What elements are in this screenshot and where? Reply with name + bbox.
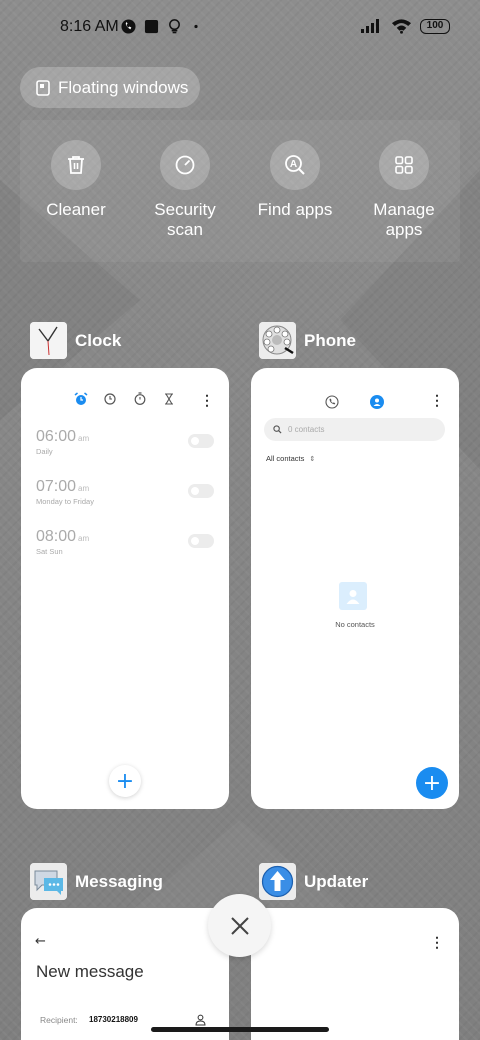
phone-app-header[interactable]: Phone (259, 322, 356, 359)
messaging-app-card[interactable]: ← New message Recipient: 18730218809 (21, 908, 229, 1040)
phone-app-name: Phone (304, 330, 356, 350)
alarm-ampm: am (78, 434, 90, 443)
alarm-time: 07:00 (36, 478, 77, 495)
updater-app-card[interactable]: ⋮ (251, 908, 459, 1040)
status-time: 8:16 AM (60, 18, 119, 35)
recents-tab-icon[interactable] (325, 395, 339, 409)
messaging-app-header[interactable]: Messaging (30, 863, 163, 900)
battery-icon: 100 (420, 18, 450, 34)
empty-contacts-label: No contacts (335, 620, 375, 629)
dot-icon (194, 24, 198, 28)
security-scan-button[interactable]: Security scan (130, 140, 240, 240)
floating-window-icon (36, 79, 50, 96)
security-scan-icon (175, 155, 195, 175)
home-indicator[interactable] (151, 1027, 329, 1032)
updater-more-icon[interactable]: ⋮ (430, 934, 444, 951)
svg-text:A: A (290, 159, 297, 170)
phone-app-icon (259, 322, 296, 359)
add-contact-button[interactable]: + (416, 767, 448, 799)
contacts-filter[interactable]: All contacts ⇕ (266, 454, 315, 463)
alarm-days: Daily (36, 447, 53, 456)
recipient-label: Recipient: (40, 1015, 78, 1025)
clock-app-name: Clock (75, 330, 122, 350)
stopwatch-icon[interactable] (134, 392, 146, 405)
clear-all-button[interactable] (208, 894, 271, 957)
manage-apps-label: Manage apps (373, 200, 435, 239)
alarm-toggle[interactable] (188, 434, 214, 448)
messaging-app-icon (30, 863, 67, 900)
clock-more-icon[interactable]: ⋮ (200, 392, 214, 409)
alarm-toggle[interactable] (188, 484, 214, 498)
back-arrow-icon[interactable]: ← (35, 934, 46, 949)
cleaner-button[interactable]: Cleaner (21, 140, 131, 220)
alarm-ampm: am (78, 484, 90, 493)
find-apps-button[interactable]: A Find apps (240, 140, 350, 220)
find-apps-icon: A (285, 155, 305, 175)
alarm-days: Monday to Friday (36, 497, 94, 506)
alarm-toggle[interactable] (188, 534, 214, 548)
whatsapp-icon (121, 18, 136, 34)
empty-contacts-icon (339, 582, 367, 610)
updater-app-icon (259, 863, 296, 900)
clock-app-header[interactable]: Clock (30, 322, 121, 359)
contacts-tab-icon[interactable] (370, 395, 384, 409)
alarm-time: 06:00 (36, 428, 77, 445)
manage-apps-icon (395, 156, 413, 174)
new-message-title: New message (36, 962, 144, 981)
floating-windows-button[interactable]: Floating windows (20, 67, 200, 108)
manage-apps-button[interactable]: Manage apps (349, 140, 459, 240)
find-apps-label: Find apps (257, 200, 333, 219)
alarm-ampm: am (78, 534, 90, 543)
sort-arrows-icon: ⇕ (309, 455, 316, 463)
alarm-days: Sat Sun (36, 547, 63, 556)
contacts-search-input[interactable]: 0 contacts (264, 418, 445, 441)
recipient-value[interactable]: 18730218809 (89, 1015, 138, 1024)
close-icon (230, 916, 249, 935)
search-placeholder: 0 contacts (288, 425, 325, 434)
square-app-icon (144, 19, 159, 33)
status-bar: 8:16 AM 100 (0, 0, 480, 56)
alarm-time: 08:00 (36, 528, 77, 545)
floating-windows-label: Floating windows (58, 77, 189, 97)
security-scan-label: Security scan (154, 200, 216, 239)
timer-icon[interactable] (164, 393, 174, 405)
wifi-icon (391, 19, 412, 34)
add-alarm-button[interactable]: + (109, 765, 141, 797)
notification-icons (121, 18, 202, 34)
clock-app-card[interactable]: ⋮ 06:00 am Daily 07:00 am Monday to Friday… (21, 368, 229, 809)
signal-icon (361, 19, 379, 33)
contacts-filter-label: All contacts (266, 454, 305, 463)
alarm-icon[interactable] (74, 392, 88, 406)
updater-app-header[interactable]: Updater (259, 863, 368, 900)
bulb-icon (169, 19, 180, 34)
clock-app-icon (30, 322, 67, 359)
phone-app-card[interactable]: ⋮ 0 contacts All contacts ⇕ No contacts … (251, 368, 459, 809)
phone-more-icon[interactable]: ⋮ (430, 392, 444, 409)
system-icons: 100 (361, 18, 450, 34)
messaging-app-name: Messaging (75, 871, 163, 891)
search-icon (273, 425, 282, 434)
contact-picker-icon[interactable] (195, 1014, 206, 1026)
updater-app-name: Updater (304, 871, 369, 891)
trash-icon (68, 156, 84, 174)
clock-tab-icon[interactable] (104, 393, 116, 405)
cleaner-label: Cleaner (46, 200, 106, 219)
